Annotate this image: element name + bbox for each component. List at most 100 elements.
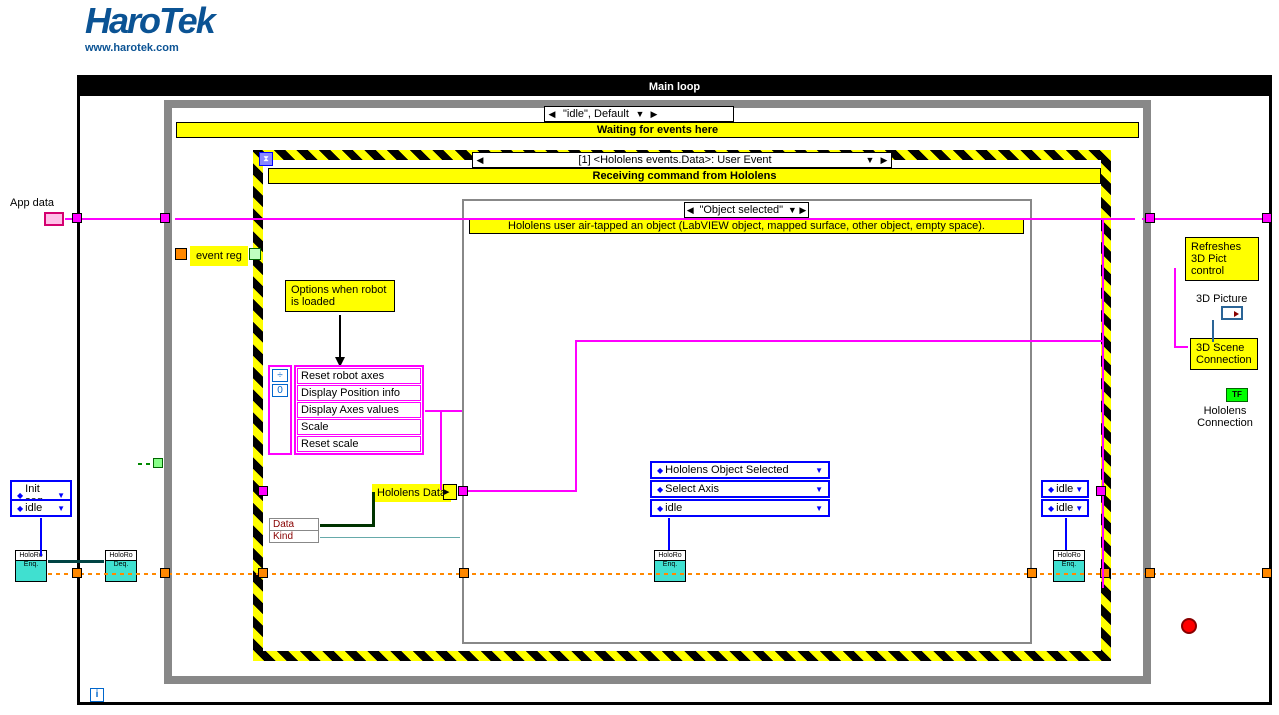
- next-arrow-icon[interactable]: ▶: [647, 109, 661, 120]
- 3d-picture-label: 3D Picture: [1196, 293, 1247, 305]
- stop-button[interactable]: [1181, 618, 1197, 634]
- wire-deq: [48, 560, 104, 563]
- dropdown-icon[interactable]: ▼: [813, 485, 825, 494]
- array-index-value: 0: [272, 384, 288, 397]
- wire: [1142, 218, 1262, 220]
- event-selector[interactable]: ◀ [1] <Hololens events.Data>: User Event…: [472, 152, 892, 168]
- iteration-terminal: i: [90, 688, 104, 702]
- decrement-icon[interactable]: ◆: [1046, 485, 1056, 494]
- cluster-element-kind: Kind: [270, 530, 318, 542]
- wire: [575, 340, 1102, 342]
- dropdown-icon[interactable]: ▼: [1073, 504, 1085, 513]
- event-banner: Receiving command from Hololens: [268, 168, 1101, 184]
- cluster-unbundle[interactable]: Data Kind: [269, 518, 319, 543]
- event-reg-label: event reg: [190, 246, 248, 266]
- dropdown-icon[interactable]: ▼: [1073, 485, 1085, 494]
- menu-options-array[interactable]: Reset robot axes Display Position info D…: [294, 365, 424, 455]
- vi-sublabel: Enq.: [16, 561, 46, 568]
- case-selector-outer[interactable]: ◀ "idle", Default ▼ ▶: [544, 106, 734, 122]
- hololens-connection-label: Hololens Connection: [1190, 405, 1260, 429]
- arrow-annotation: [330, 315, 350, 370]
- vi-enqueue-right[interactable]: HoloRo Enq.: [1053, 550, 1085, 582]
- shift-register-left[interactable]: [175, 248, 187, 260]
- case-selector-inner[interactable]: ◀ "Object selected" ▼ ▶: [684, 202, 809, 218]
- wire: [575, 340, 577, 492]
- tunnel: [1262, 213, 1272, 223]
- enum-idle-right-1[interactable]: ◆ idle ▼: [1041, 480, 1089, 498]
- menu-item: Reset scale: [297, 436, 421, 452]
- event-reg-tunnel: [249, 248, 261, 260]
- timeout-icon[interactable]: ⧗: [259, 152, 273, 166]
- enum-idle-center[interactable]: ◆ idle ▼: [650, 499, 830, 517]
- next-arrow-icon[interactable]: ▶: [798, 205, 808, 216]
- enum-hololens-object[interactable]: ◆ Hololens Object Selected ▼: [650, 461, 830, 479]
- main-loop-title: Main loop: [80, 78, 1269, 96]
- dropdown-icon[interactable]: ▼: [813, 504, 825, 513]
- tunnel-pink: [458, 486, 468, 496]
- prev-arrow-icon[interactable]: ◀: [545, 109, 559, 120]
- enum-label: idle: [665, 502, 813, 514]
- enum-label: idle: [1056, 483, 1073, 495]
- decrement-icon[interactable]: ◆: [1046, 504, 1056, 513]
- wire-blue: [1065, 518, 1067, 550]
- wire-kind: [320, 537, 460, 538]
- next-arrow-icon[interactable]: ▶: [877, 155, 891, 166]
- wire: [460, 490, 575, 492]
- tunnel-orange: [1027, 568, 1037, 578]
- vi-dequeue[interactable]: HoloRo Deq.: [105, 550, 137, 582]
- case-structure-inner: [462, 199, 1032, 644]
- vi-sublabel: Deq.: [106, 561, 136, 568]
- app-data-label: App data: [6, 196, 58, 210]
- dropdown-arrow-icon[interactable]: ▼: [863, 155, 877, 165]
- enum-label: idle: [1056, 502, 1073, 514]
- enum-select-axis[interactable]: ◆ Select Axis ▼: [650, 480, 830, 498]
- app-data-terminal[interactable]: [44, 212, 64, 226]
- vi-enqueue-left[interactable]: HoloRo Enq.: [15, 550, 47, 582]
- menu-item: Display Axes values: [297, 402, 421, 418]
- vi-sublabel: Enq.: [1054, 561, 1084, 568]
- menu-item: Reset robot axes: [297, 368, 421, 384]
- vi-sublabel: Enq.: [655, 561, 685, 568]
- tf-indicator: TF: [1226, 388, 1248, 402]
- menu-item: Scale: [297, 419, 421, 435]
- vi-label: HoloRo: [106, 551, 136, 561]
- tunnel: [1145, 213, 1155, 223]
- wire: [175, 218, 1135, 220]
- logo-text: HaroTek: [85, 0, 214, 42]
- cluster-element-data: Data: [270, 519, 318, 530]
- decrement-icon[interactable]: ◆: [655, 485, 665, 494]
- unbundle-icon[interactable]: ▸: [443, 484, 457, 500]
- 3d-picture-terminal[interactable]: [1221, 306, 1243, 320]
- vi-enqueue-center[interactable]: HoloRo Enq.: [654, 550, 686, 582]
- prev-arrow-icon[interactable]: ◀: [685, 205, 695, 216]
- prev-arrow-icon[interactable]: ◀: [473, 155, 487, 166]
- tunnel-pink: [258, 486, 268, 496]
- tunnel-orange: [459, 568, 469, 578]
- enum-idle-right-2[interactable]: ◆ idle ▼: [1041, 499, 1089, 517]
- array-index[interactable]: ÷ 0: [268, 365, 292, 455]
- error-tunnel: [153, 458, 163, 468]
- enum-label: Select Axis: [665, 483, 813, 495]
- event-selector-label: [1] <Hololens events.Data>: User Event: [487, 154, 863, 166]
- case-selector-inner-label: "Object selected": [695, 204, 787, 216]
- options-note: Options when robot is loaded: [285, 280, 395, 312]
- wire-refnum: [1212, 320, 1214, 342]
- dropdown-icon[interactable]: ▼: [55, 504, 67, 513]
- wire-data: [372, 492, 375, 526]
- menu-item: Display Position info: [297, 385, 421, 401]
- decrement-icon[interactable]: ◆: [655, 466, 665, 475]
- enum-label: idle: [25, 502, 55, 514]
- tunnel: [72, 213, 82, 223]
- dropdown-arrow-icon[interactable]: ▼: [633, 109, 647, 119]
- vi-label: HoloRo: [655, 551, 685, 561]
- wire: [1102, 218, 1104, 588]
- tunnel-pink: [1096, 486, 1106, 496]
- vi-label: HoloRo: [1054, 551, 1084, 561]
- dropdown-arrow-icon[interactable]: ▼: [787, 205, 797, 215]
- dropdown-icon[interactable]: ▼: [813, 466, 825, 475]
- decrement-icon[interactable]: ◆: [15, 504, 25, 513]
- decrement-icon[interactable]: ◆: [655, 504, 665, 513]
- enum-idle-left[interactable]: ◆ idle ▼: [10, 499, 72, 517]
- tunnel: [160, 213, 170, 223]
- wire-data: [320, 524, 375, 527]
